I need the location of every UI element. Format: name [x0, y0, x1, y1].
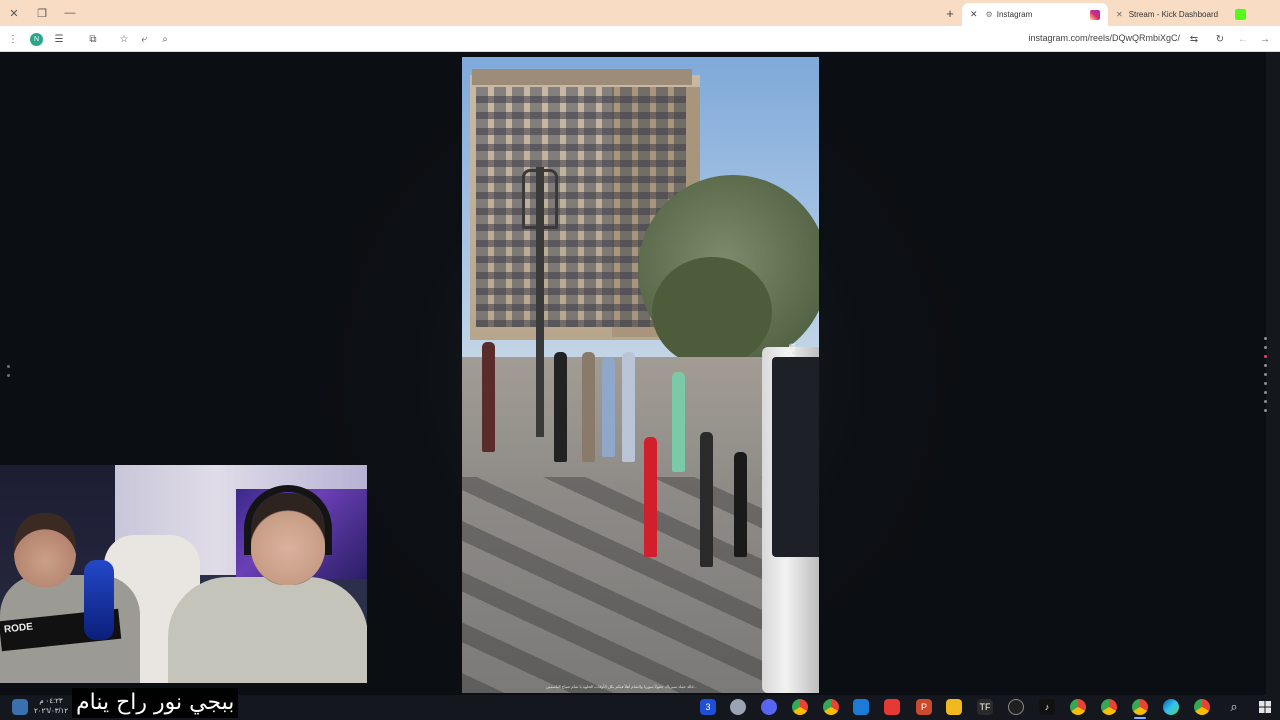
profile-button[interactable]: N: [29, 31, 44, 47]
left-scroll-indicator: [7, 365, 10, 377]
number-3-icon[interactable]: 3: [700, 699, 716, 715]
person: [672, 372, 685, 472]
obs-icon[interactable]: [1008, 699, 1024, 715]
person: [700, 432, 713, 567]
building-roof: [472, 69, 692, 85]
capcut-icon[interactable]: TF: [977, 699, 993, 715]
screen: ✕ ❐ — + ✕ ⚙ Instagram ✕ Stream - Kick Da…: [0, 0, 1280, 720]
chrome-icon[interactable]: [1101, 699, 1117, 715]
microphone-icon: [84, 560, 114, 640]
tab-instagram[interactable]: ✕ ⚙ Instagram: [962, 3, 1108, 26]
file-explorer-icon[interactable]: [946, 699, 962, 715]
windows-start-icon[interactable]: [1257, 699, 1273, 715]
person: [602, 357, 615, 457]
share-icon[interactable]: ⤶: [136, 31, 152, 47]
clock-date: ٢٠٢٦/٠٣/١٢: [34, 708, 68, 715]
reel-caption: خالد حماد سيرياك حقولاً سوريا والشام أهل…: [546, 684, 698, 689]
person: [622, 352, 635, 462]
person: [644, 437, 657, 557]
streamer-right-body: [168, 577, 367, 683]
person: [482, 342, 495, 452]
close-tab-icon[interactable]: ✕: [970, 9, 978, 20]
back-icon[interactable]: →: [1257, 31, 1273, 47]
active-app-indicator: [1134, 717, 1146, 719]
discord-icon[interactable]: [761, 699, 777, 715]
close-tab-icon[interactable]: ✕: [1116, 10, 1123, 19]
chrome-icon[interactable]: [1070, 699, 1086, 715]
close-window-icon[interactable]: ✕: [0, 0, 28, 26]
shield-icon[interactable]: [730, 699, 746, 715]
tab-kick-dashboard[interactable]: ✕ Stream - Kick Dashboard: [1108, 3, 1254, 26]
car-window: [772, 357, 819, 557]
scrollbar[interactable]: [1266, 52, 1280, 695]
tiktok-icon[interactable]: ♪: [1039, 699, 1055, 715]
reel-watermark: Ha: [786, 342, 798, 357]
stream-subtitle: ببجي نور راح ينام: [72, 688, 239, 718]
address-bar-url[interactable]: instagram.com/reels/DQwQRmbiXgC/: [1028, 33, 1180, 43]
site-info-icon[interactable]: ⇆: [1186, 31, 1202, 47]
notification-icon[interactable]: [12, 699, 28, 715]
reel-action-icons[interactable]: [1262, 337, 1268, 412]
restore-window-icon[interactable]: ❐: [28, 0, 56, 26]
snipping-tool-icon[interactable]: [853, 699, 869, 715]
person: [554, 352, 567, 462]
streamer-left-head: [14, 513, 76, 587]
powerpoint-icon[interactable]: P: [916, 699, 932, 715]
anydesk-icon[interactable]: [884, 699, 900, 715]
site-settings-icon: ⚙: [985, 10, 993, 19]
search-icon[interactable]: ⌕: [1226, 699, 1242, 715]
webcam-overlay: RODE: [0, 465, 367, 683]
reading-list-icon[interactable]: ☰: [51, 31, 67, 47]
tab-label: Instagram: [996, 10, 1033, 19]
crowd: [472, 322, 772, 567]
menu-icon[interactable]: ⋮: [8, 31, 18, 47]
avatar: N: [30, 32, 43, 46]
chrome-icon[interactable]: [823, 699, 839, 715]
clock-time: ٠٤:٢٣ م: [39, 698, 63, 705]
person: [582, 352, 595, 462]
chrome-icon[interactable]: [792, 699, 808, 715]
instagram-icon: [1090, 9, 1100, 20]
kick-icon: [1235, 9, 1246, 20]
chrome-icon-active[interactable]: [1132, 699, 1148, 715]
bookmark-star-icon[interactable]: ☆: [116, 31, 132, 47]
browser-toolbar: ⋮ N ☰ ⧉ ☆ ⤶ ⌕ instagram.com/reels/DQwQRm…: [0, 26, 1280, 52]
edge-icon[interactable]: [1163, 699, 1179, 715]
extensions-icon[interactable]: ⧉: [85, 31, 101, 47]
new-tab-button[interactable]: +: [940, 3, 960, 23]
browser-tab-bar: ✕ ❐ — + ✕ ⚙ Instagram ✕ Stream - Kick Da…: [0, 0, 1280, 26]
chrome-icon[interactable]: [1194, 699, 1210, 715]
reel-video[interactable]: Ha خالد حماد سيرياك حقولاً سوريا والشام …: [462, 57, 819, 693]
person: [734, 452, 747, 557]
minimize-window-icon[interactable]: —: [56, 0, 84, 26]
tab-label: Stream - Kick Dashboard: [1128, 10, 1219, 19]
reload-icon[interactable]: ↻: [1212, 31, 1228, 47]
forward-icon[interactable]: ←: [1235, 31, 1251, 47]
taskbar-clock[interactable]: ٠٤:٢٣ م ٢٠٢٦/٠٣/١٢: [30, 697, 72, 717]
zoom-icon[interactable]: ⌕: [157, 31, 173, 47]
